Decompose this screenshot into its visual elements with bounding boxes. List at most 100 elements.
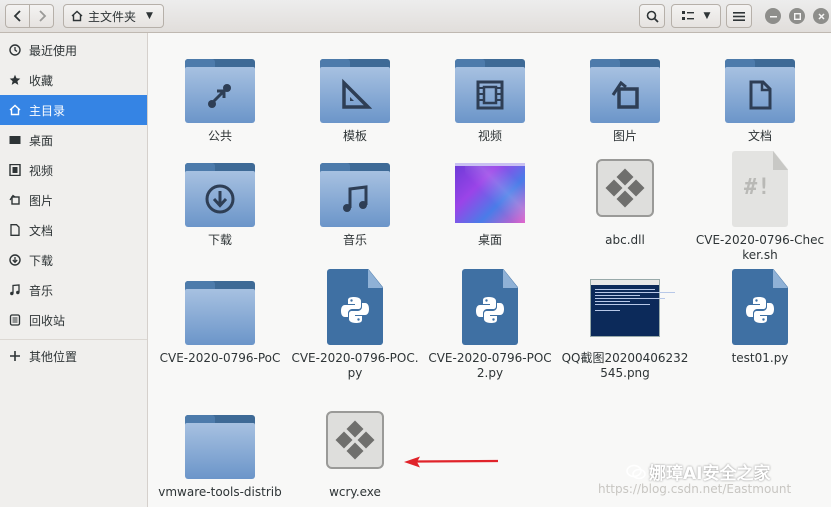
home-icon bbox=[9, 104, 21, 116]
list-view-icon bbox=[681, 10, 694, 20]
sidebar-item-pictures[interactable]: 图片 bbox=[0, 185, 147, 215]
folder-icon bbox=[320, 43, 390, 123]
file-item[interactable]: #! CVE-2020-0796-Checker.sh bbox=[693, 147, 827, 263]
file-item[interactable]: CVE-2020-0796-POC.py bbox=[288, 265, 422, 381]
minimize-button[interactable] bbox=[765, 8, 781, 24]
python-logo-icon bbox=[476, 297, 504, 323]
file-item[interactable]: 文档 bbox=[693, 43, 827, 144]
file-name: 模板 bbox=[342, 129, 367, 143]
sidebar-item-label: 其他位置 bbox=[29, 349, 78, 364]
maximize-button[interactable] bbox=[789, 8, 805, 24]
sidebar-item-documents[interactable]: 文档 bbox=[0, 215, 147, 245]
template-icon bbox=[342, 78, 372, 109]
sidebar-item-home[interactable]: 主目录 bbox=[0, 95, 147, 125]
watermark-url: https://blog.csdn.net/Eastmount bbox=[598, 482, 792, 496]
download-icon bbox=[205, 184, 235, 214]
binary-file-icon bbox=[320, 399, 390, 479]
places-sidebar: 最近使用 收藏 主目录 桌面 视频 图片 文档 下载 音乐 回收站 其他位置 bbox=[0, 33, 148, 507]
share-icon bbox=[208, 84, 231, 108]
home-icon bbox=[71, 10, 83, 22]
desktop-thumbnail bbox=[455, 147, 525, 227]
header-bar: 主文件夹 ▼ ▼ bbox=[0, 0, 831, 33]
python-file-icon bbox=[455, 265, 525, 345]
plus-icon bbox=[10, 351, 20, 361]
file-name: 音乐 bbox=[342, 233, 367, 247]
watermark-title: 娜璋AI安全之家 bbox=[649, 464, 771, 484]
file-name: CVE-2020-0796-PoC bbox=[159, 351, 281, 365]
folder-icon bbox=[185, 147, 255, 227]
file-grid: 公共 模板 视频 图片 文档 下载 音乐 桌面 abc.dll #! CVE-2… bbox=[148, 33, 831, 507]
file-name: 文档 bbox=[747, 129, 772, 143]
sidebar-item-label: 下载 bbox=[29, 253, 54, 268]
annotation-arrow-icon bbox=[404, 456, 498, 468]
document-icon bbox=[749, 80, 772, 110]
file-name: 公共 bbox=[207, 129, 232, 143]
music-icon bbox=[343, 185, 368, 212]
sidebar-item-videos[interactable]: 视频 bbox=[0, 155, 147, 185]
sidebar-item-trash[interactable]: 回收站 bbox=[0, 305, 147, 335]
chevron-down-icon: ▼ bbox=[146, 11, 153, 21]
file-item[interactable]: CVE-2020-0796-POC2.py bbox=[423, 265, 557, 381]
sidebar-separator bbox=[0, 339, 147, 340]
maximize-icon bbox=[793, 12, 801, 20]
menu-button[interactable] bbox=[726, 4, 752, 28]
sidebar-item-label: 视频 bbox=[29, 163, 54, 178]
file-item[interactable]: 模板 bbox=[288, 43, 422, 144]
file-item[interactable]: test01.py bbox=[693, 265, 827, 366]
sidebar-item-other-locations[interactable]: 其他位置 bbox=[0, 341, 147, 371]
go-back-icon bbox=[13, 10, 21, 22]
forward-button[interactable] bbox=[29, 4, 54, 28]
sidebar-item-label: 音乐 bbox=[29, 283, 54, 298]
star-icon bbox=[9, 74, 21, 85]
location-button[interactable]: 主文件夹 ▼ bbox=[63, 4, 164, 28]
minimize-icon bbox=[769, 15, 777, 17]
back-button[interactable] bbox=[5, 4, 30, 28]
binary-file-icon bbox=[590, 147, 660, 227]
trash-icon bbox=[9, 314, 21, 326]
file-item[interactable]: CVE-2020-0796-PoC bbox=[153, 265, 287, 366]
file-item[interactable]: 下载 bbox=[153, 147, 287, 248]
file-item[interactable]: QQ截图20200406232545.png bbox=[558, 265, 692, 381]
close-button[interactable] bbox=[813, 8, 829, 24]
folder-icon bbox=[455, 43, 525, 123]
recent-icon bbox=[9, 44, 21, 56]
file-name: 视频 bbox=[477, 129, 502, 143]
wechat-icon bbox=[626, 464, 646, 479]
file-item[interactable]: vmware-tools-distrib bbox=[153, 399, 287, 500]
file-item[interactable]: wcry.exe bbox=[288, 399, 422, 500]
location-label: 主文件夹 bbox=[88, 9, 137, 24]
document-icon bbox=[10, 224, 20, 236]
file-item[interactable]: 桌面 bbox=[423, 147, 557, 248]
menu-icon bbox=[733, 11, 745, 21]
python-logo-icon bbox=[746, 297, 774, 323]
file-name: abc.dll bbox=[605, 233, 645, 247]
folder-icon bbox=[320, 147, 390, 227]
download-icon bbox=[9, 254, 21, 266]
sidebar-item-desktop[interactable]: 桌面 bbox=[0, 125, 147, 155]
file-name: vmware-tools-distrib bbox=[158, 485, 282, 499]
file-item[interactable]: 视频 bbox=[423, 43, 557, 144]
sidebar-item-music[interactable]: 音乐 bbox=[0, 275, 147, 305]
python-file-icon bbox=[725, 265, 795, 345]
watermark: 娜璋AI安全之家 bbox=[626, 459, 770, 484]
folder-icon bbox=[590, 43, 660, 123]
folder-icon bbox=[185, 43, 255, 123]
video-icon bbox=[9, 164, 21, 176]
sidebar-item-downloads[interactable]: 下载 bbox=[0, 245, 147, 275]
file-item[interactable]: 音乐 bbox=[288, 147, 422, 248]
folder-icon bbox=[725, 43, 795, 123]
desktop-icon bbox=[9, 136, 21, 144]
file-item[interactable]: 图片 bbox=[558, 43, 692, 144]
file-item[interactable]: abc.dll bbox=[558, 147, 692, 248]
sidebar-item-starred[interactable]: 收藏 bbox=[0, 65, 147, 95]
file-name: 下载 bbox=[207, 233, 232, 247]
search-button[interactable] bbox=[639, 4, 665, 28]
file-item[interactable]: 公共 bbox=[153, 43, 287, 144]
shell-script-icon: #! bbox=[725, 147, 795, 227]
file-name: CVE-2020-0796-Checker.sh bbox=[695, 233, 825, 262]
sidebar-item-label: 主目录 bbox=[29, 103, 66, 118]
sidebar-item-label: 文档 bbox=[29, 223, 54, 238]
close-icon bbox=[817, 12, 825, 20]
sidebar-item-recent[interactable]: 最近使用 bbox=[0, 35, 147, 65]
view-options-button[interactable]: ▼ bbox=[671, 4, 721, 28]
